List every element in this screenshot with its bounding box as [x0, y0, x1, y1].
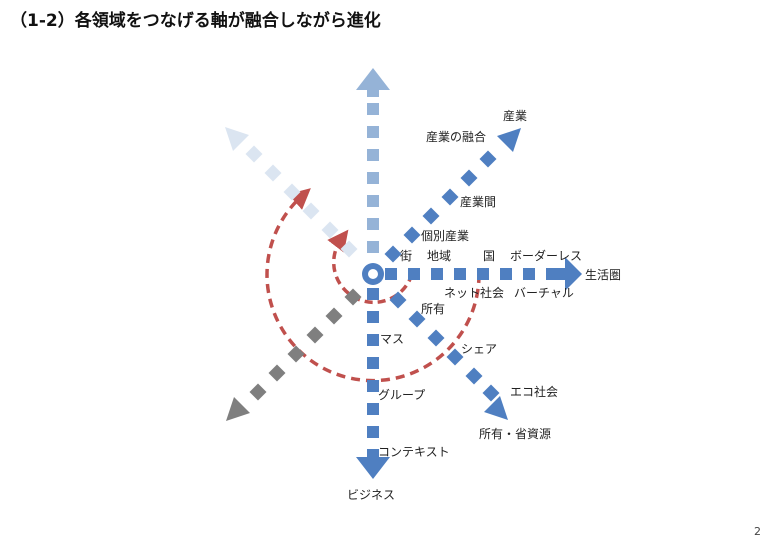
- label-shoyu-shoshigen: 所有・省資源: [479, 427, 551, 441]
- label-mass: マス: [380, 332, 404, 346]
- arrow-down-right-head: [484, 396, 508, 420]
- label-share: シェア: [461, 342, 497, 356]
- page-number: 2: [754, 525, 761, 538]
- arrow-up-left-head: [225, 127, 249, 151]
- axis-up-left: [225, 127, 358, 258]
- axis-down-left: [226, 288, 362, 421]
- label-seikatsuken: 生活圏: [585, 268, 621, 282]
- arrow-up-head: [356, 68, 390, 90]
- label-sangyo: 産業: [503, 108, 527, 123]
- label-virtual: バーチャル: [514, 286, 574, 300]
- label-kobetsu-sangyo: 個別産業: [421, 228, 469, 243]
- label-eco-shakai: エコ社会: [510, 384, 558, 399]
- label-net-shakai: ネット社会: [444, 285, 504, 300]
- label-borderless: ボーダーレス: [510, 248, 582, 263]
- label-shoyu: 所有: [421, 302, 445, 316]
- label-machi: 街: [400, 249, 412, 263]
- axis-diagram: 産業 産業の融合 産業間 個別産業 街 地域 国 ボーダーレス 生活圏 ネット社…: [225, 68, 621, 502]
- label-business: ビジネス: [347, 488, 395, 502]
- label-sangyo-no-yugo: 産業の融合: [426, 129, 486, 144]
- label-group: グループ: [378, 388, 425, 402]
- label-sangyo-kan: 産業間: [460, 194, 496, 209]
- arrow-up-right-head: [497, 128, 521, 152]
- label-context: コンテキスト: [378, 445, 450, 459]
- label-chiiki: 地域: [427, 249, 451, 263]
- axis-up: [356, 68, 390, 253]
- arrow-down-head: [356, 457, 390, 479]
- label-kuni: 国: [483, 249, 495, 263]
- arrow-down-left-head: [226, 397, 250, 421]
